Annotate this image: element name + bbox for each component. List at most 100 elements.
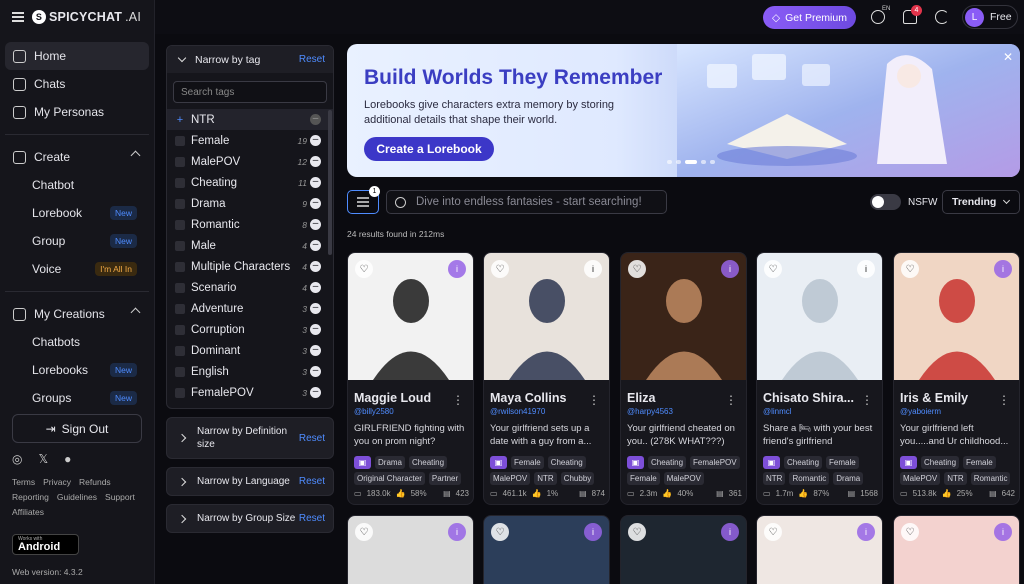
reddit-icon[interactable]: ● [64,452,71,466]
heart-icon[interactable]: ♡ [491,523,509,541]
card-tag[interactable]: Cheating [648,456,687,469]
globe-icon[interactable] [871,10,885,24]
footer-link-refunds[interactable]: Refunds [79,477,111,487]
creator-handle[interactable]: @billy2580 [354,407,394,416]
sort-select[interactable]: Trending [942,190,1020,214]
card-tag[interactable]: NTR [763,472,786,485]
info-icon[interactable]: i [857,260,875,278]
checkbox[interactable] [175,282,185,293]
nav-lorebooks[interactable]: Lorebooks New [5,356,149,384]
nav-lorebook[interactable]: Lorebook New [5,199,149,227]
carousel-dots[interactable] [667,160,715,164]
more-options-icon[interactable]: ⋮ [725,393,737,407]
checkbox[interactable] [175,135,185,146]
creator-handle[interactable]: @linmcl [763,407,792,416]
info-icon[interactable]: i [721,260,739,278]
character-card[interactable]: ♡ i Maya Collins ⋮ @rwilson41970 Your girlfri… [483,252,610,505]
checkbox[interactable] [175,303,185,314]
creator-handle[interactable]: @rwilson41970 [490,407,545,416]
checkbox[interactable] [175,177,185,188]
heart-icon[interactable]: ♡ [901,523,919,541]
footer-link-affiliates[interactable]: Affiliates [12,507,44,517]
card-tag[interactable]: MalePOV [490,472,531,485]
footer-link-guidelines[interactable]: Guidelines [57,492,97,502]
card-tag[interactable]: Cheating [547,456,586,469]
tag-row-selected[interactable]: + NTR – [167,109,333,130]
tag-row[interactable]: Female 19– [167,130,333,151]
card-tag[interactable]: Female [963,456,996,469]
exclude-tag-icon[interactable]: – [310,261,321,272]
exclude-tag-icon[interactable]: – [310,282,321,293]
nav-group[interactable]: Group New [5,227,149,255]
brand-logo[interactable]: S SPICYCHAT .AI [32,10,141,24]
character-card[interactable]: ♡ i [756,515,883,584]
card-tag[interactable]: MalePOV [900,472,941,485]
info-icon[interactable]: i [448,523,466,541]
heart-icon[interactable]: ♡ [764,523,782,541]
card-tag[interactable]: Romantic [789,472,830,485]
tag-row[interactable]: Male 4– [167,235,333,256]
tag-row[interactable]: English 3– [167,361,333,382]
tag-row[interactable]: FemalePOV 3– [167,382,333,403]
heart-icon[interactable]: ♡ [355,523,373,541]
character-card[interactable]: ♡ i Iris & Emily ⋮ @yaboierm Your girlfriend … [893,252,1020,505]
checkbox[interactable] [175,156,185,167]
card-tag[interactable]: Cheating [409,456,448,469]
card-tag[interactable]: Original Character [354,472,425,485]
character-card[interactable]: ♡ i Chisato Shira... ⋮ @linmcl Share a 🛏 with… [756,252,883,505]
card-tag[interactable]: NTR [534,472,557,485]
card-tag[interactable]: Romantic [970,472,1011,485]
creator-handle[interactable]: @yaboierm [900,407,941,416]
tag-row[interactable]: Scenario 4– [167,277,333,298]
create-lorebook-button[interactable]: Create a Lorebook [364,137,494,161]
card-tag[interactable]: Female [511,456,544,469]
checkbox[interactable] [175,261,185,272]
card-tag[interactable]: Drama [375,456,406,469]
heart-icon[interactable]: ♡ [355,260,373,278]
checkbox[interactable] [175,387,185,398]
user-menu[interactable]: L Free [962,5,1018,29]
character-card[interactable]: ♡ i Maggie Loud ⋮ @billy2580 GIRLFRIEND fight… [347,252,474,505]
nsfw-toggle[interactable] [870,194,901,210]
more-options-icon[interactable]: ⋮ [452,393,464,407]
info-icon[interactable]: i [448,260,466,278]
heart-icon[interactable]: ♡ [491,260,509,278]
card-tag[interactable]: Cheating [921,456,960,469]
scrollbar[interactable] [328,110,332,255]
tag-row[interactable]: Dominant 3– [167,340,333,361]
narrow-group-size-panel[interactable]: Narrow by Group Size Reset [166,504,334,533]
checkbox[interactable] [175,345,185,356]
menu-icon[interactable] [12,12,24,22]
card-tag[interactable]: Female [627,472,660,485]
language-reset-button[interactable]: Reset [299,476,325,487]
checkbox[interactable] [175,219,185,230]
exclude-tag-icon[interactable]: – [310,135,321,146]
exclude-tag-icon[interactable]: – [310,366,321,377]
more-options-icon[interactable]: ⋮ [588,393,600,407]
info-icon[interactable]: i [994,523,1012,541]
android-badge[interactable]: Works with Android [12,534,79,555]
tag-row[interactable]: Romantic 8– [167,214,333,235]
card-tag[interactable]: Partner [428,472,462,485]
x-icon[interactable]: 𝕏 [38,452,48,466]
info-icon[interactable]: i [584,260,602,278]
discord-icon[interactable]: ◎ [12,452,22,466]
heart-icon[interactable]: ♡ [628,260,646,278]
footer-link-reporting[interactable]: Reporting [12,492,49,502]
nav-groups[interactable]: Groups New [5,384,149,412]
checkbox[interactable] [175,198,185,209]
narrow-language-panel[interactable]: Narrow by Language Reset [166,467,334,496]
character-card[interactable]: ♡ i [483,515,610,584]
info-icon[interactable]: i [857,523,875,541]
heart-icon[interactable]: ♡ [628,523,646,541]
more-options-icon[interactable]: ⋮ [861,393,873,407]
moon-icon[interactable] [935,10,949,24]
exclude-tag-icon[interactable]: – [310,324,321,335]
definition-reset-button[interactable]: Reset [299,433,325,444]
exclude-tag-icon[interactable]: – [310,387,321,398]
character-card[interactable]: ♡ i [893,515,1020,584]
exclude-tag-icon[interactable]: – [310,345,321,356]
nav-chatbots[interactable]: Chatbots [5,328,149,356]
checkbox[interactable] [175,366,185,377]
character-search-input[interactable]: Dive into endless fantasies - start sear… [386,190,667,214]
